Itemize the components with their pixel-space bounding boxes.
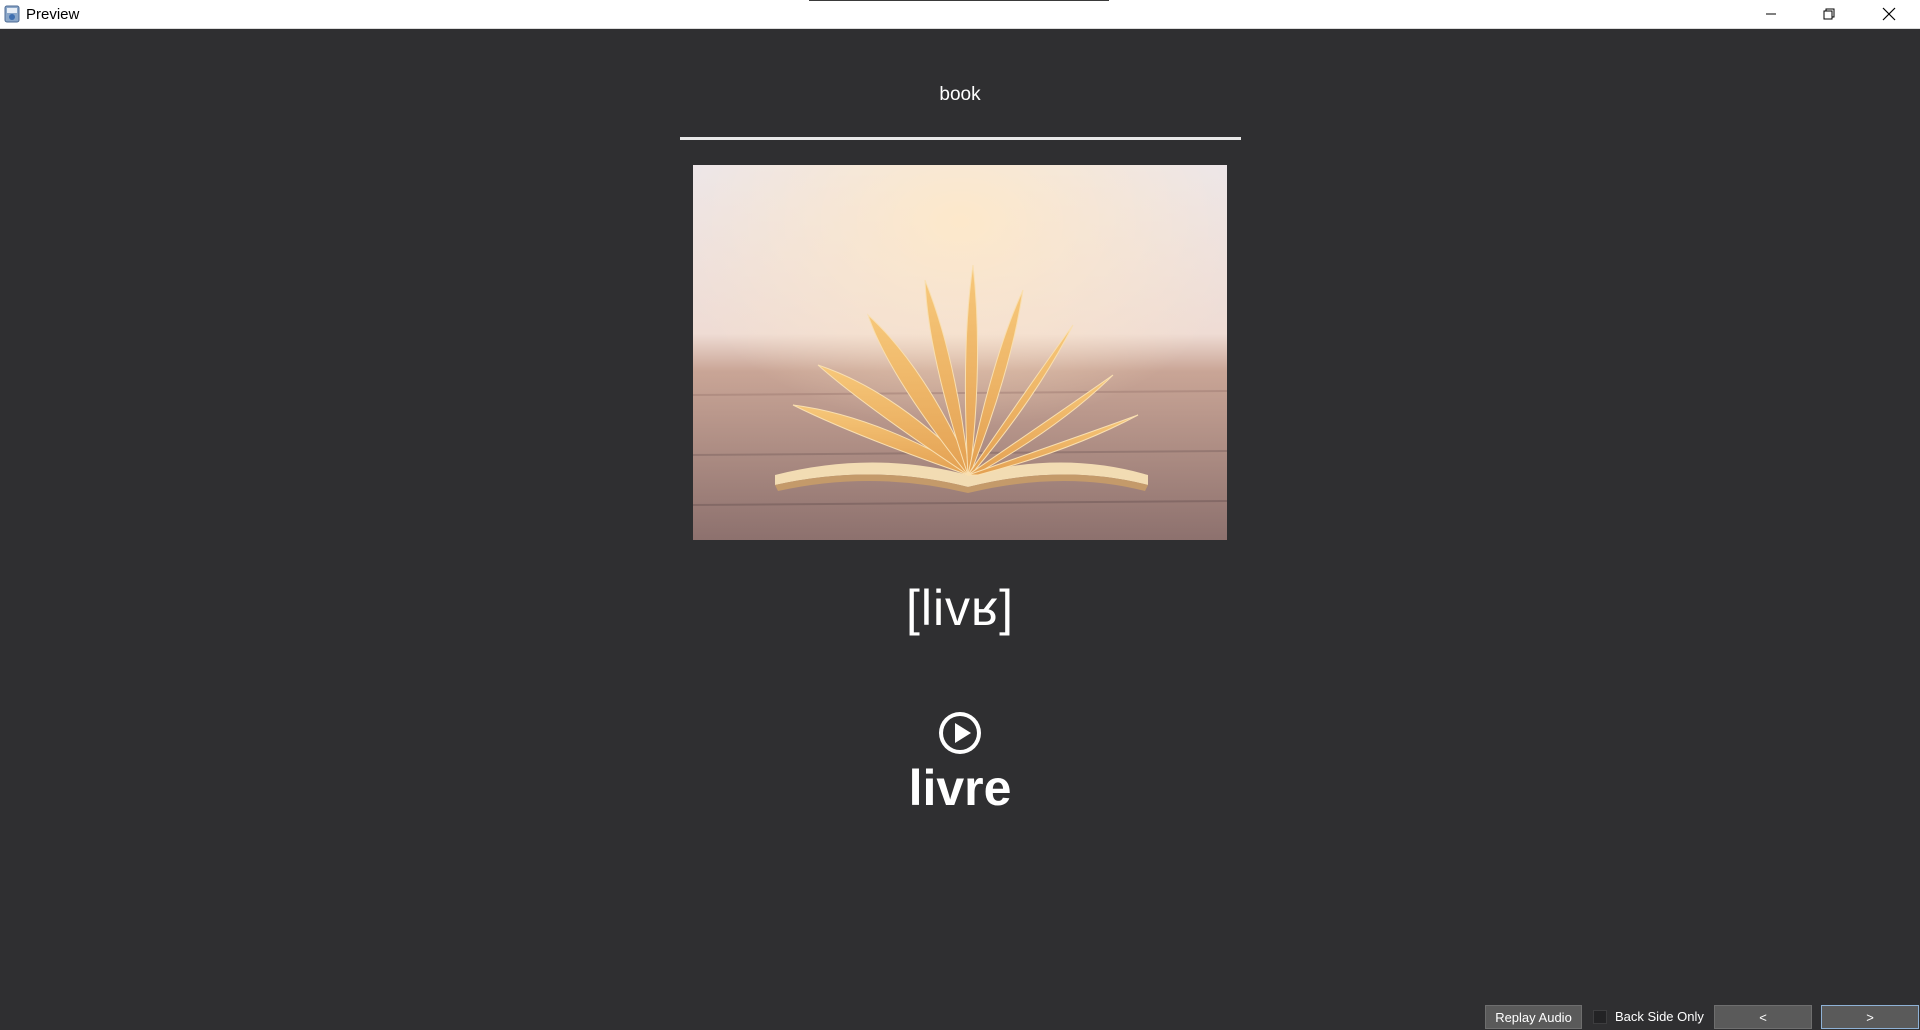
open-book-image <box>693 165 1227 540</box>
title-bar: Preview <box>0 0 1920 29</box>
minimize-icon <box>1766 13 1776 15</box>
play-circle-icon[interactable] <box>937 710 983 756</box>
back-word: livre <box>908 760 1012 816</box>
back-side-only-label[interactable]: Back Side Only <box>1615 1009 1704 1024</box>
app-icon <box>4 5 20 23</box>
next-card-button[interactable]: > <box>1821 1005 1919 1029</box>
back-side-only-checkbox[interactable] <box>1593 1010 1607 1024</box>
restore-icon <box>1823 8 1835 20</box>
card-preview-area: book [livʁ] livre <box>0 29 1920 1000</box>
title-accent-line <box>809 0 1109 1</box>
close-icon <box>1882 7 1896 21</box>
previous-card-button[interactable]: < <box>1714 1005 1812 1029</box>
close-button[interactable] <box>1858 0 1920 28</box>
preview-controls-bar: Replay Audio Back Side Only < > <box>0 1000 1920 1030</box>
restore-button[interactable] <box>1800 0 1858 28</box>
window-title: Preview <box>26 6 80 23</box>
replay-audio-button[interactable]: Replay Audio <box>1485 1005 1582 1029</box>
pronunciation-text: [livʁ] <box>905 580 1015 636</box>
front-word: book <box>939 84 981 105</box>
card-divider <box>680 137 1241 140</box>
minimize-button[interactable] <box>1742 0 1800 28</box>
